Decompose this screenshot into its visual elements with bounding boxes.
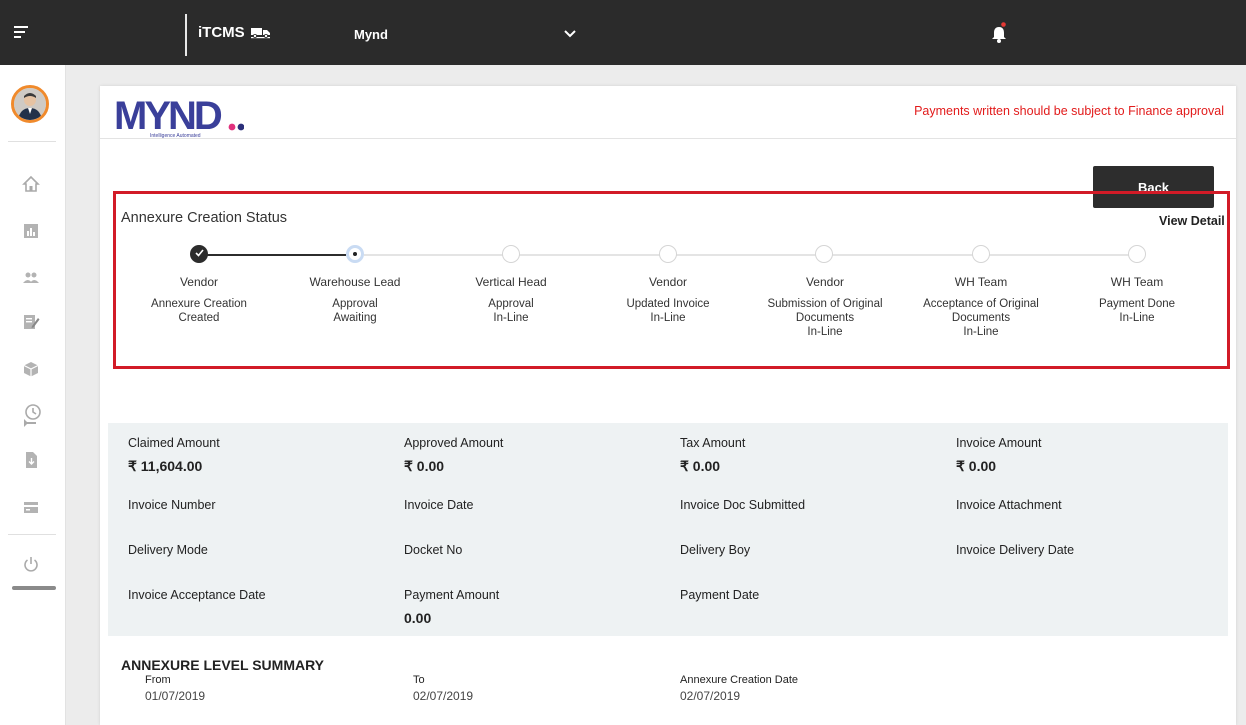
sidebar-divider (8, 534, 56, 535)
package-icon[interactable] (22, 360, 40, 378)
users-icon[interactable] (22, 268, 40, 286)
step-5-marker (815, 245, 833, 263)
top-divider (185, 14, 187, 56)
annexure-details-panel (108, 423, 1228, 636)
payment-amount-value: 0.00 (404, 610, 432, 626)
step-connector-done (207, 254, 346, 256)
home-icon[interactable] (22, 175, 40, 193)
invoice-number-field: Invoice Number (128, 498, 216, 512)
step-6-label: WH Team Acceptance of Original Documents I… (923, 275, 1039, 338)
card-icon[interactable] (22, 498, 40, 516)
invoice-attachment-field: Invoice Attachment (956, 498, 1062, 512)
view-detail-link[interactable]: View Detail (1159, 214, 1225, 228)
step-3-label: Vertical Head Approval In-Line (475, 275, 547, 324)
step-7-label: WH Team Payment Done In-Line (1098, 275, 1176, 324)
card-divider (100, 138, 1236, 139)
payment-amount-field: Payment Amount 0.00 (404, 588, 500, 626)
history-icon[interactable] (22, 403, 42, 429)
summary-from-value: 01/07/2019 (145, 689, 206, 703)
edit-document-icon[interactable] (22, 313, 40, 331)
summary-to-value: 02/07/2019 (413, 689, 474, 703)
sidebar-divider (8, 141, 56, 142)
claimed-amount-field: Claimed Amount ₹ 11,604.00 (128, 436, 220, 474)
power-icon[interactable] (22, 555, 40, 573)
step-6-marker (972, 245, 990, 263)
sidebar (0, 65, 66, 725)
invoice-amount-value: ₹ 0.00 (956, 458, 997, 474)
invoice-delivery-date-field: Invoice Delivery Date (956, 543, 1075, 557)
step-3-marker (502, 245, 520, 263)
approved-amount-value: ₹ 0.00 (404, 458, 445, 474)
annexure-summary-title: ANNEXURE LEVEL SUMMARY (121, 657, 325, 673)
summary-from-field: From 01/07/2019 (145, 674, 206, 703)
check-icon (195, 249, 204, 257)
delivery-boy-field: Delivery Boy (680, 543, 751, 557)
company-name: Mynd (354, 26, 388, 42)
mynd-logo: MYND Intelligence Automated (114, 94, 244, 139)
payment-date-field: Payment Date (680, 588, 760, 602)
summary-creation-date-field: Annexure Creation Date 02/07/2019 (680, 674, 799, 703)
step-2-current-marker (346, 245, 364, 263)
approved-amount-field: Approved Amount ₹ 0.00 (404, 436, 504, 474)
file-download-icon[interactable] (22, 451, 40, 469)
step-5-label: Vendor Submission of Original Documents In… (767, 275, 883, 338)
app-brand[interactable]: iTCMS (198, 24, 270, 41)
company-select[interactable]: Mynd (338, 22, 590, 46)
invoice-date-field: Invoice Date (404, 498, 474, 512)
sidebar-scroll-indicator (12, 586, 56, 590)
chevron-down-icon (564, 30, 576, 38)
menu-icon[interactable] (14, 26, 32, 40)
step-4-marker (659, 245, 677, 263)
tax-amount-value: ₹ 0.00 (680, 458, 721, 474)
top-bar: iTCMS Mynd (0, 0, 1246, 65)
summary-creation-date-value: 02/07/2019 (680, 689, 741, 703)
tax-amount-field: Tax Amount ₹ 0.00 (680, 436, 746, 474)
delivery-mode-field: Delivery Mode (128, 543, 208, 557)
svg-text:MYND: MYND (114, 94, 222, 138)
truck-icon (250, 27, 270, 38)
avatar[interactable] (11, 85, 49, 123)
step-4-label: Vendor Updated Invoice In-Line (626, 275, 710, 324)
step-1-done-marker (190, 245, 208, 263)
reports-icon[interactable] (22, 222, 40, 240)
status-title: Annexure Creation Status (121, 210, 288, 226)
step-1-label: Vendor Annexure Creation Created (151, 275, 247, 324)
claimed-amount-value: ₹ 11,604.00 (128, 458, 203, 474)
step-connector-pending (364, 254, 1129, 256)
finance-notice: Payments written should be subject to Fi… (914, 104, 1224, 118)
invoice-amount-field: Invoice Amount ₹ 0.00 (956, 436, 1042, 474)
docket-no-field: Docket No (404, 543, 463, 557)
app-name: iTCMS (198, 24, 245, 41)
user-avatar-icon (14, 88, 46, 120)
notification-bell-icon[interactable] (990, 22, 1008, 44)
step-7-marker (1128, 245, 1146, 263)
summary-to-field: To 02/07/2019 (413, 674, 474, 703)
step-2-label: Warehouse Lead Approval Awaiting (309, 275, 401, 324)
invoice-acceptance-date-field: Invoice Acceptance Date (128, 588, 266, 602)
invoice-doc-submitted-field: Invoice Doc Submitted (680, 498, 806, 512)
